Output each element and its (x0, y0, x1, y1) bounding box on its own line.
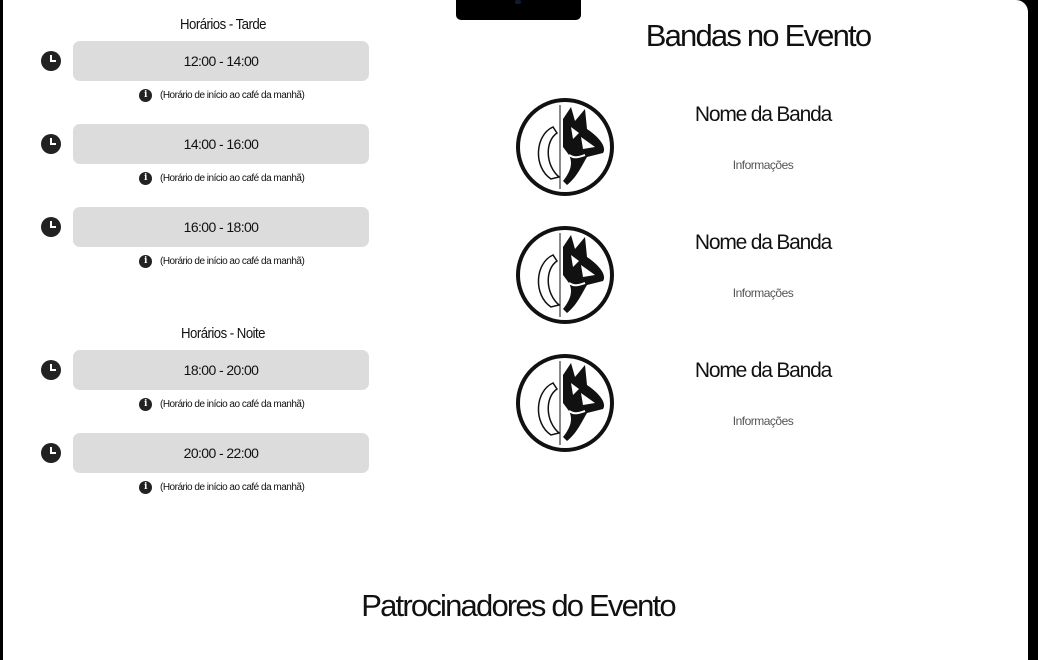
clock-icon (41, 51, 61, 71)
slot-note: i (Horário de início ao café da manhã) (139, 171, 305, 185)
fox-guitar-logo-icon[interactable] (515, 353, 615, 453)
time-slot-button[interactable]: 20:00 - 22:00 (73, 433, 369, 473)
info-icon: i (139, 88, 152, 102)
slot-note-text: (Horário de início ao café da manhã) (160, 172, 305, 184)
info-icon: i (139, 397, 152, 411)
clock-icon (41, 134, 61, 154)
band-info-link[interactable]: Informações (713, 414, 813, 428)
clock-icon (41, 443, 61, 463)
fox-guitar-logo-icon[interactable] (515, 97, 615, 197)
slot-note-text: (Horário de início ao café da manhã) (160, 398, 305, 410)
time-slot-button[interactable]: 14:00 - 16:00 (73, 124, 369, 164)
bands-title: Bandas no Evento (645, 18, 872, 53)
slot-note: i (Horário de início ao café da manhã) (139, 88, 305, 102)
schedule-slot: 16:00 - 18:00 i (Horário de início ao ca… (3, 207, 383, 277)
time-slot-button[interactable]: 12:00 - 14:00 (73, 41, 369, 81)
band-card: Nome da Banda Informações (513, 97, 833, 201)
page: Horários - Tarde 12:00 - 14:00 i (Horári… (3, 0, 1028, 660)
sponsors-title: Patrocinadores do Evento (361, 588, 676, 623)
slot-note: i (Horário de início ao café da manhã) (139, 480, 305, 494)
clock-icon (41, 360, 61, 380)
slot-note-text: (Horário de início ao café da manhã) (160, 481, 305, 493)
slot-note-text: (Horário de início ao café da manhã) (160, 89, 305, 101)
afternoon-title: Horários - Tarde (180, 16, 266, 33)
slot-note: i (Horário de início ao café da manhã) (139, 254, 305, 268)
slot-note-text: (Horário de início ao café da manhã) (160, 255, 305, 267)
band-name: Nome da Banda (694, 359, 832, 382)
camera-icon (515, 0, 521, 4)
night-title: Horários - Noite (181, 325, 266, 342)
slot-note: i (Horário de início ao café da manhã) (139, 397, 305, 411)
schedule-slot: 18:00 - 20:00 i (Horário de início ao ca… (3, 350, 383, 420)
band-name: Nome da Banda (694, 231, 832, 254)
camera-notch (456, 0, 581, 20)
schedule-slot: 20:00 - 22:00 i (Horário de início ao ca… (3, 433, 383, 503)
fox-guitar-logo-icon[interactable] (515, 225, 615, 325)
info-icon: i (139, 480, 152, 494)
time-slot-button[interactable]: 18:00 - 20:00 (73, 350, 369, 390)
info-icon: i (139, 171, 152, 185)
info-icon: i (139, 254, 152, 268)
band-info-link[interactable]: Informações (713, 158, 813, 172)
time-slot-button[interactable]: 16:00 - 18:00 (73, 207, 369, 247)
schedule-slot: 12:00 - 14:00 i (Horário de início ao ca… (3, 41, 383, 111)
band-info-link[interactable]: Informações (713, 286, 813, 300)
band-card: Nome da Banda Informações (513, 353, 833, 457)
band-card: Nome da Banda Informações (513, 225, 833, 329)
band-name: Nome da Banda (694, 103, 832, 126)
clock-icon (41, 217, 61, 237)
schedule-slot: 14:00 - 16:00 i (Horário de início ao ca… (3, 124, 383, 194)
